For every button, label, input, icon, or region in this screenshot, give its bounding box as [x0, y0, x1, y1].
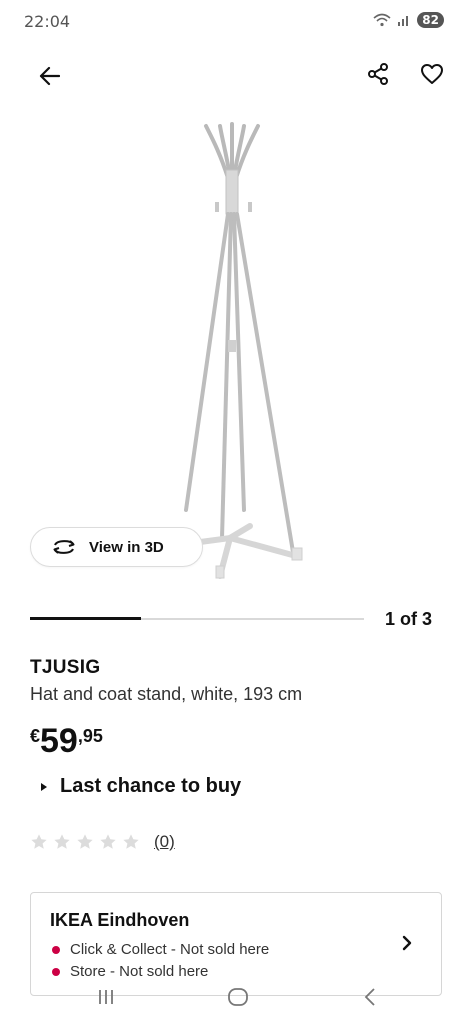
store-stock-status: Store - Not sold here [52, 963, 208, 980]
signal-icon [398, 16, 409, 26]
rating-stars [30, 833, 140, 851]
price-currency: € [30, 726, 41, 746]
rotate-3d-icon [53, 540, 75, 554]
product-image[interactable] [120, 118, 360, 588]
product-price: € 59 ,95 [30, 722, 103, 760]
status-bar: 22:04 82 [0, 0, 472, 44]
rating[interactable]: (0) [30, 832, 175, 852]
price-decimal: ,95 [77, 726, 103, 746]
home-icon [228, 988, 248, 1006]
product-name: TJUSIG [30, 657, 101, 678]
share-icon [368, 63, 388, 85]
caret-right-icon [41, 782, 47, 791]
home-button[interactable] [218, 984, 258, 1010]
back-icon [364, 988, 375, 1006]
star-icon [123, 834, 139, 849]
gallery-progress-fill [30, 617, 142, 620]
star-icon [100, 834, 116, 849]
view-in-3d-button[interactable]: View in 3D [30, 527, 203, 567]
click-collect-status: Click & Collect - Not sold here [52, 941, 269, 958]
heart-icon [421, 64, 443, 84]
arrow-left-icon [39, 66, 60, 86]
availability-label: Last chance to buy [60, 775, 242, 797]
top-toolbar [0, 54, 472, 98]
star-icon [77, 834, 93, 849]
price-integer: 59 [40, 722, 78, 760]
star-icon [54, 834, 70, 849]
recent-apps-button[interactable] [86, 984, 126, 1010]
back-button[interactable] [29, 56, 69, 96]
battery-level: 82 [417, 12, 444, 28]
chevron-right-icon [402, 935, 412, 951]
status-time: 22:04 [24, 12, 71, 31]
favorite-button[interactable] [412, 54, 452, 94]
system-nav-bar [0, 980, 472, 1024]
wifi-icon [373, 13, 391, 27]
view-in-3d-label: View in 3D [89, 538, 164, 556]
share-button[interactable] [358, 54, 398, 94]
store-stock-label: Store - Not sold here [70, 963, 209, 980]
status-dot [52, 945, 60, 954]
product-description: Hat and coat stand, white, 193 cm [30, 684, 303, 704]
recent-apps-icon [99, 990, 113, 1004]
status-dot [52, 967, 60, 976]
star-icon [31, 834, 47, 849]
availability-toggle[interactable]: Last chance to buy [40, 775, 241, 798]
store-name: IKEA Eindhoven [50, 910, 190, 930]
click-collect-label: Click & Collect - Not sold here [70, 941, 270, 958]
gallery-progress [30, 617, 364, 620]
system-back-button[interactable] [350, 984, 390, 1010]
rating-count[interactable]: (0) [154, 832, 175, 852]
status-icons: 82 [373, 12, 444, 28]
gallery-counter: 1 of 3 [384, 609, 432, 629]
